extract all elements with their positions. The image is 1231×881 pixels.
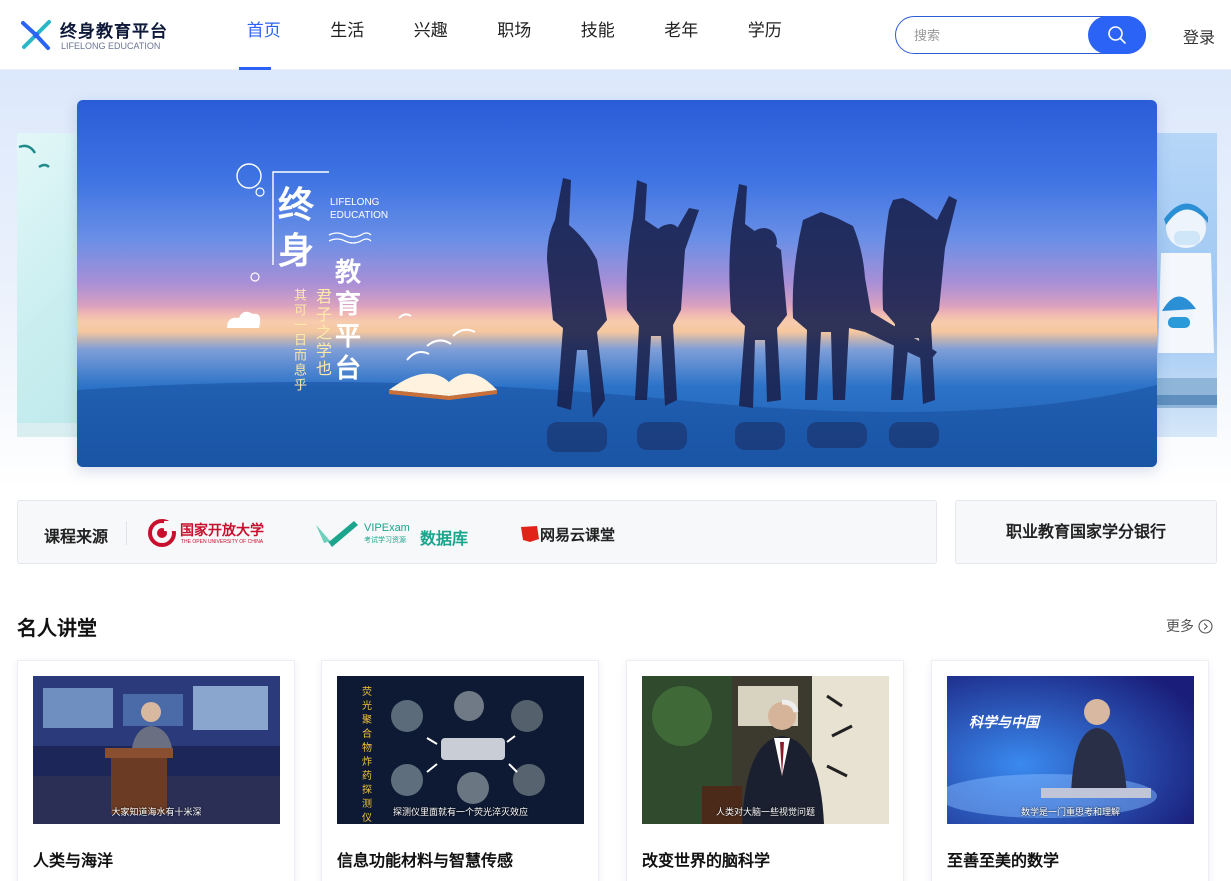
prev-slide-art [17,144,79,437]
more-label: 更多 [1166,619,1194,635]
vipexam-sub: 考试学习资源 [364,536,406,544]
main-nav: 首页 生活 兴趣 职场 技能 老年 学历 [222,0,807,70]
open-university-logo[interactable]: 国家开放大学 THE OPEN UNIVERSITY OF CHINA [148,515,268,551]
thumbnail-art [642,676,889,824]
netease-emblem-icon [521,526,539,542]
lecture-title: 至善至美的数学 [947,851,1060,870]
lecture-thumbnail: 科学与中国 数学是一门重思考和理解 [947,676,1194,824]
banner-vertical-line2: 其可一日而息乎 [291,288,306,393]
brand-subtitle: LIFELONG EDUCATION [61,41,161,51]
nav-item-skills[interactable]: 技能 [556,0,640,70]
top-header: 终身教育平台 LIFELONG EDUCATION 首页 生活 兴趣 职场 技能… [0,0,1231,70]
brand-logo-icon [21,20,51,50]
carousel-next-slide[interactable] [1156,133,1217,437]
video-caption: 大家知道海水有十米深 [111,808,202,818]
banner-en-line2: EDUCATION [330,210,389,221]
nav-item-home[interactable]: 首页 [222,0,306,70]
lecture-title: 人类与海洋 [33,851,114,870]
search-box [895,16,1146,54]
banner-vertical-line1: 君子之学也 [313,288,332,378]
show-logo: 科学与中国 [969,715,1039,731]
brand-title: 终身教育平台 [60,22,168,42]
thumbnail-side-text: 荧光聚合物炸药探测仪 [362,687,372,824]
nav-item-career[interactable]: 职场 [473,0,557,70]
banner-title-char: 台 [335,354,362,384]
vipexam-emblem-icon [316,521,358,547]
thumbnail-art [947,676,1194,824]
brand-logo[interactable]: 终身教育平台 LIFELONG EDUCATION [18,16,178,56]
banner-en-line1: LIFELONG [330,197,380,208]
lecture-title: 改变世界的脑科学 [642,851,771,870]
section-title: 名人讲堂 [17,616,97,640]
vipexam-logo[interactable]: VIPExam 考试学习资源 数据库 [314,515,474,551]
more-link[interactable]: 更多 [1166,616,1213,636]
course-sources-bar: 课程来源 国家开放大学 THE OPEN UNIVERSITY OF CHINA… [17,500,937,564]
chevron-right-circle-icon [1198,619,1213,634]
search-input[interactable] [914,26,1074,46]
lecture-card[interactable]: 科学与中国 数学是一门重思考和理解 至善至美的数学 [931,660,1209,881]
credit-bank-link[interactable]: 职业教育国家学分银行 [955,500,1217,564]
lecture-thumbnail: 大家知道海水有十米深 [33,676,280,824]
open-university-en: THE OPEN UNIVERSITY OF CHINA [181,539,264,545]
carousel-prev-slide[interactable] [17,133,79,437]
course-sources-label: 课程来源 [44,527,109,546]
lecture-card[interactable]: 人类对大脑一些视觉问题 改变世界的脑科学 [626,660,904,881]
lecture-title: 信息功能材料与智慧传感 [337,851,514,870]
banner-title-char: 终 [278,185,315,226]
lecture-card[interactable]: 大家知道海水有十米深 人类与海洋 [17,660,295,881]
hero-banner[interactable]: 终 身 LIFELONG EDUCATION 教 育 平 台 君子之学也 其可一… [77,100,1157,467]
thumbnail-art [33,676,280,824]
banner-scene-art [77,163,1157,467]
banner-title-char: 身 [278,231,315,272]
nav-item-life[interactable]: 生活 [306,0,390,70]
video-caption: 探测仪里面就有一个荧光淬灭效应 [392,808,528,818]
divider [126,521,127,545]
netease-name: 网易云课堂 [540,526,616,544]
lecture-card[interactable]: 荧光聚合物炸药探测仪 探测仪里面就有一个荧光淬灭效应 信息功能材料与智慧传感 [321,660,599,881]
login-link[interactable]: 登录 [1183,24,1215,48]
nav-item-degree[interactable]: 学历 [723,0,807,70]
lecture-thumbnail: 荧光聚合物炸药探测仪 探测仪里面就有一个荧光淬灭效应 [337,676,584,824]
nav-item-interest[interactable]: 兴趣 [389,0,473,70]
nav-item-elderly[interactable]: 老年 [640,0,724,70]
vipexam-name: VIPExam [364,522,410,534]
search-button[interactable] [1088,16,1146,54]
open-university-name: 国家开放大学 [180,523,264,539]
video-caption: 数学是一门重思考和理解 [1020,808,1120,818]
search-icon [1108,26,1126,44]
vipexam-database: 数据库 [420,529,469,548]
video-caption: 人类对大脑一些视觉问题 [715,808,815,818]
netease-cloud-classroom-logo[interactable]: 网易云课堂 [520,515,630,551]
lecture-thumbnail: 人类对大脑一些视觉问题 [642,676,889,824]
open-university-emblem-icon [148,519,176,547]
next-slide-art [1156,203,1217,408]
